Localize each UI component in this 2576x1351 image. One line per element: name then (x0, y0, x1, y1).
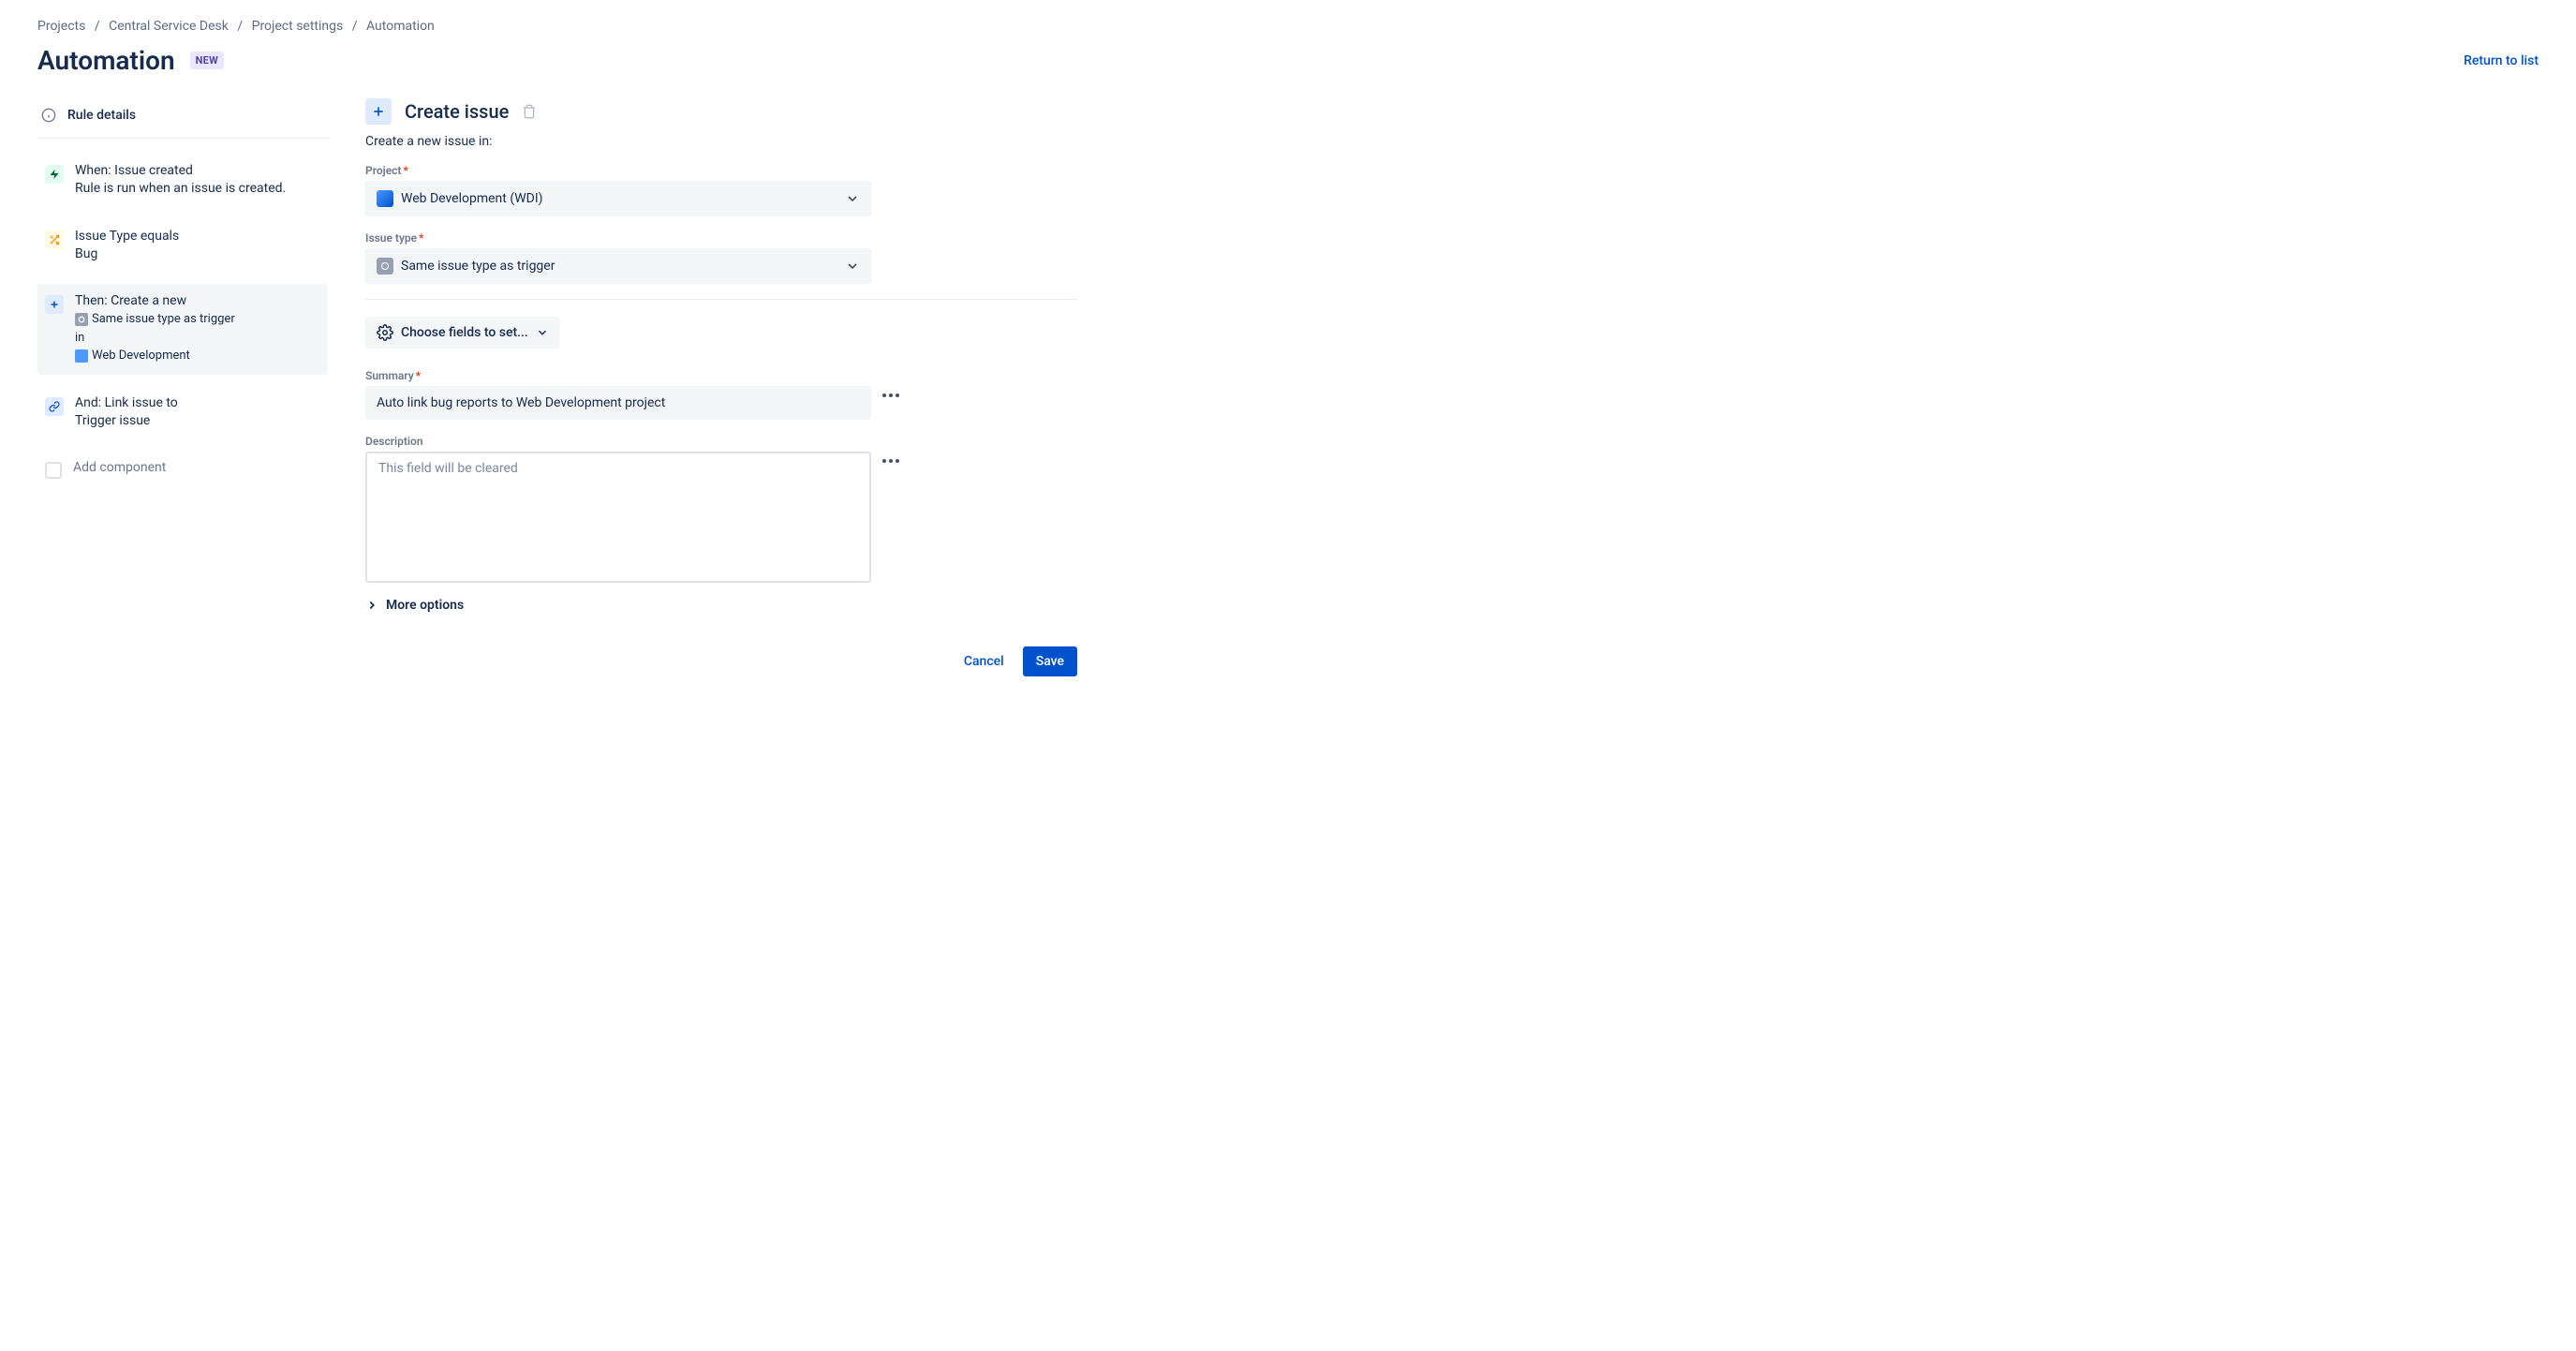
chevron-down-icon (536, 326, 549, 339)
step-title: And: Link issue to (75, 395, 320, 410)
link-icon (45, 397, 64, 416)
breadcrumb-separator: / (231, 19, 248, 34)
issue-type-select[interactable]: Same issue type as trigger (365, 248, 871, 284)
project-label: Project* (365, 164, 1077, 177)
plus-icon (365, 98, 392, 125)
step-sub-in: in (75, 329, 320, 348)
gear-icon (377, 324, 393, 341)
choose-fields-label: Choose fields to set... (401, 325, 528, 340)
summary-more-button[interactable] (882, 386, 899, 397)
step-sub-project: Web Development (75, 347, 320, 365)
add-component-label: Add component (73, 460, 320, 475)
footer-actions: Cancel Save (365, 646, 1077, 676)
rule-details-label: Rule details (67, 108, 136, 123)
breadcrumb-item-service-desk[interactable]: Central Service Desk (109, 19, 229, 34)
breadcrumb: Projects / Central Service Desk / Projec… (37, 19, 2539, 34)
rule-step-action-link[interactable]: And: Link issue to Trigger issue (37, 386, 328, 440)
page-header: Automation NEW Return to list (37, 45, 2539, 76)
step-sub-same-type: Same issue type as trigger (75, 310, 320, 329)
step-title: Issue Type equals (75, 229, 320, 244)
more-options-label: More options (386, 598, 464, 613)
flash-icon (45, 165, 64, 184)
page-title: Automation (37, 45, 175, 76)
new-badge: NEW (190, 52, 224, 69)
step-description: Bug (75, 245, 320, 264)
breadcrumb-separator: / (347, 19, 363, 34)
rule-step-condition[interactable]: Issue Type equals Bug (37, 219, 328, 274)
issue-type-icon (75, 313, 88, 326)
chevron-right-icon (365, 599, 378, 612)
add-component-button[interactable]: Add component (37, 451, 328, 488)
save-button[interactable]: Save (1023, 646, 1077, 676)
description-more-button[interactable] (882, 452, 899, 463)
breadcrumb-item-project-settings[interactable]: Project settings (252, 19, 344, 34)
breadcrumb-item-projects[interactable]: Projects (37, 19, 85, 34)
step-description: Rule is run when an issue is created. (75, 180, 320, 199)
panel-subtitle: Create a new issue in: (365, 134, 1077, 149)
issue-type-icon (377, 258, 393, 275)
step-description: Trigger issue (75, 412, 320, 431)
summary-label: Summary* (365, 369, 1077, 382)
project-value: Web Development (WDI) (401, 191, 543, 206)
chevron-down-icon (845, 191, 860, 206)
summary-input[interactable] (365, 386, 871, 420)
breadcrumb-item-automation[interactable]: Automation (366, 19, 435, 34)
divider (365, 299, 1077, 300)
return-to-list-link[interactable]: Return to list (2464, 53, 2539, 68)
project-icon (75, 349, 88, 363)
cancel-button[interactable]: Cancel (953, 646, 1015, 676)
panel-title: Create issue (405, 100, 509, 123)
chevron-down-icon (845, 259, 860, 274)
step-title: When: Issue created (75, 163, 320, 178)
rule-details-header[interactable]: Rule details (37, 98, 328, 139)
breadcrumb-separator: / (89, 19, 106, 34)
choose-fields-button[interactable]: Choose fields to set... (365, 317, 560, 349)
rule-step-action-create[interactable]: Then: Create a new Same issue type as tr… (37, 284, 328, 375)
more-options-toggle[interactable]: More options (365, 598, 1077, 613)
info-icon (41, 108, 56, 123)
step-title: Then: Create a new (75, 293, 320, 308)
project-select[interactable]: Web Development (WDI) (365, 181, 871, 216)
rule-step-trigger[interactable]: When: Issue created Rule is run when an … (37, 154, 328, 208)
rule-sidebar: Rule details When: Issue created Rule is… (37, 98, 328, 676)
project-avatar-icon (377, 190, 393, 207)
delete-action-button[interactable] (522, 104, 537, 119)
plus-icon (45, 295, 64, 314)
issue-type-value: Same issue type as trigger (401, 259, 555, 274)
circle-plus-icon (45, 462, 62, 479)
shuffle-icon (45, 230, 64, 249)
description-label: Description (365, 435, 1077, 448)
action-config-panel: Create issue Create a new issue in: Proj… (365, 98, 1077, 676)
issue-type-label: Issue type* (365, 231, 1077, 245)
description-input[interactable] (365, 452, 871, 583)
